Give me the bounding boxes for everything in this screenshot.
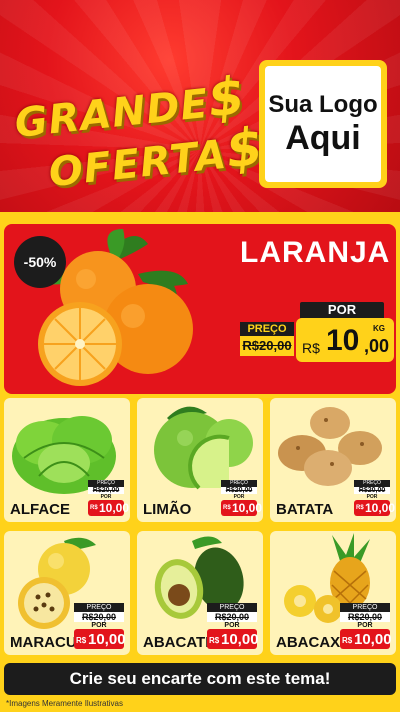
new-price: R$ 10,00 <box>74 629 126 649</box>
old-price: R$20,00 <box>240 336 294 356</box>
preco-label: PREÇO <box>340 603 390 612</box>
product-name: BATATA <box>276 501 334 518</box>
price-value: 10,00 <box>99 501 130 515</box>
preco-label: PREÇO <box>354 480 390 487</box>
logo-text-line-2: Aqui <box>285 119 361 157</box>
product-card-alface[interactable]: ALFACE PREÇO R$20,00 POR R$ 10,00 <box>4 398 130 522</box>
product-card-limao[interactable]: LIMÃO PREÇO R$20,00 POR R$ 10,00 <box>137 398 263 522</box>
price-currency: R$ <box>356 505 364 511</box>
preco-label: PREÇO <box>88 480 124 487</box>
price-box: PREÇO R$20,00 POR R$ 10,00 <box>354 480 395 516</box>
disclaimer-text: *Imagens Meramente Ilustrativas <box>6 699 123 708</box>
price-currency: R$ <box>223 505 231 511</box>
price-unit: KG <box>373 324 385 333</box>
price-currency: R$ <box>76 636 87 645</box>
price-value: 10,00 <box>221 631 259 648</box>
product-card-batata[interactable]: BATATA PREÇO R$20,00 POR R$ 10,00 <box>270 398 396 522</box>
price-box: PREÇO R$20,00 POR R$ 10,00 <box>340 603 392 649</box>
old-price: R$20,00 <box>74 612 124 622</box>
product-card-abacate[interactable]: ABACATE PREÇO R$20,00 POR R$ 10,00 <box>137 531 263 655</box>
product-name: ABACAXI <box>276 634 345 651</box>
product-card-abacaxi[interactable]: ABACAXI PREÇO R$20,00 POR R$ 10,00 <box>270 531 396 655</box>
price-decimal: ,00 <box>364 336 390 356</box>
new-price: R$ 10,00 <box>207 629 259 649</box>
price-box: PREÇO R$20,00 POR R$ 10,00 <box>88 480 129 516</box>
price-currency: R$ <box>302 340 320 356</box>
new-price: R$ 10,00 <box>221 500 262 516</box>
featured-product-name: LARANJA <box>240 236 391 269</box>
preco-label: PREÇO <box>207 603 257 612</box>
product-card-maracuja[interactable]: MARACUJÁ PREÇO R$20,00 POR R$ 10,00 <box>4 531 130 655</box>
price-value: 10,00 <box>88 631 126 648</box>
grandes-ofertas-title: GRANDE$ OFERTA$ <box>13 62 267 196</box>
logo-text-line-1: Sua Logo <box>268 91 378 118</box>
price-currency: R$ <box>209 636 220 645</box>
por-label: POR <box>357 622 373 629</box>
featured-product-card[interactable]: -50% LARANJA POR PREÇO R$20,00 R$ 10 KG … <box>4 224 396 394</box>
new-price: R$ 10,00 <box>88 500 129 516</box>
logo-placeholder[interactable]: Sua Logo Aqui <box>259 60 387 188</box>
por-label: POR <box>224 622 240 629</box>
preco-label: PREÇO <box>74 603 124 612</box>
price-currency: R$ <box>90 505 98 511</box>
preco-label: PREÇO <box>221 480 257 487</box>
price-box: PREÇO R$20,00 POR R$ 10,00 <box>207 603 259 649</box>
por-label: POR <box>300 302 384 318</box>
new-price: R$ 10,00 <box>354 500 395 516</box>
price-value: 10,00 <box>232 501 263 515</box>
product-name: ALFACE <box>10 501 70 518</box>
preco-label: PREÇO <box>240 322 294 336</box>
price-value: 10,00 <box>354 631 392 648</box>
featured-price: R$ 10 KG ,00 <box>296 318 394 362</box>
price-integer: 10 <box>326 324 360 357</box>
por-label: POR <box>91 622 107 629</box>
old-price: R$20,00 <box>88 487 124 494</box>
product-name: ABACATE <box>143 634 216 651</box>
old-price: R$20,00 <box>207 612 257 622</box>
product-name: LIMÃO <box>143 501 192 518</box>
price-box: PREÇO R$20,00 POR R$ 10,00 <box>74 603 126 649</box>
price-currency: R$ <box>342 636 353 645</box>
price-box: PREÇO R$20,00 POR R$ 10,00 <box>221 480 262 516</box>
create-flyer-button[interactable]: Crie seu encarte com este tema! <box>4 663 396 695</box>
old-price: R$20,00 <box>221 487 257 494</box>
price-value: 10,00 <box>365 501 396 515</box>
old-price: R$20,00 <box>340 612 390 622</box>
new-price: R$ 10,00 <box>340 629 392 649</box>
discount-badge: -50% <box>14 236 66 288</box>
header-banner: GRANDE$ OFERTA$ Sua Logo Aqui <box>0 0 400 212</box>
old-price: R$20,00 <box>354 487 390 494</box>
